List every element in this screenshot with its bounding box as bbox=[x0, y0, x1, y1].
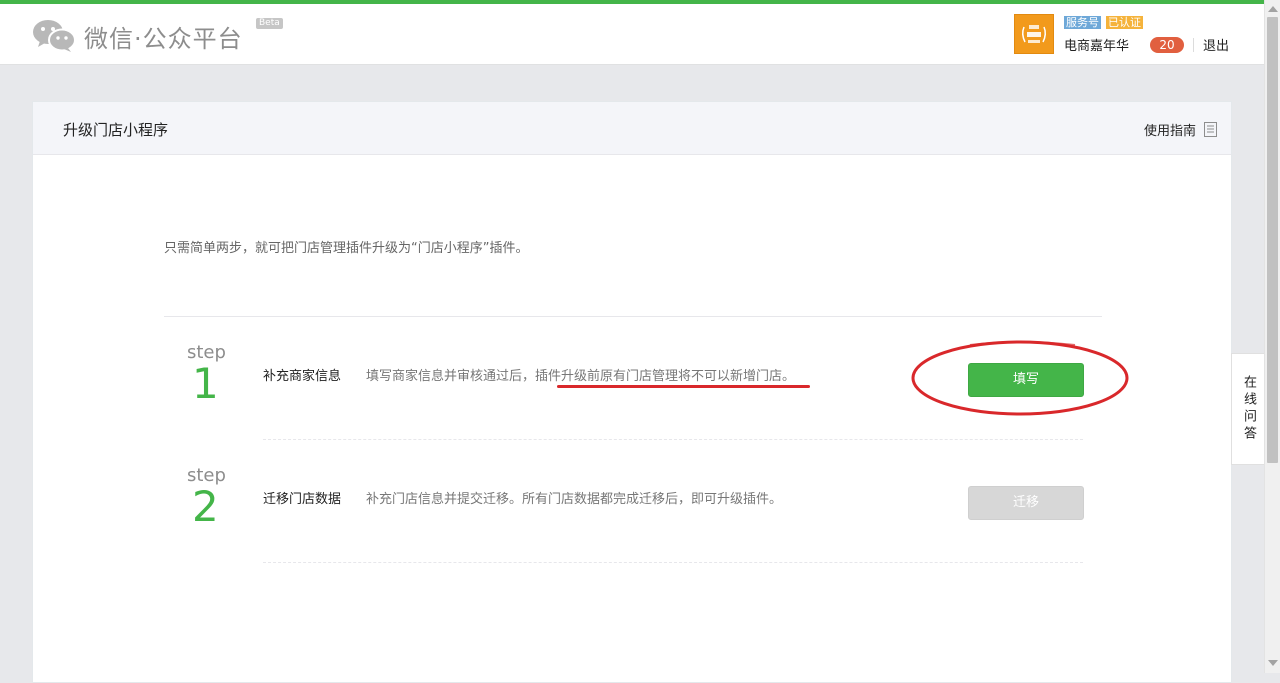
beta-badge: Beta bbox=[256, 18, 283, 29]
step-1-description: 填写商家信息并审核通过后，插件升级前原有门店管理将不可以新增门店。 bbox=[366, 369, 796, 384]
document-icon bbox=[1204, 122, 1217, 137]
verified-tag: 已认证 bbox=[1106, 16, 1143, 29]
annotation-ellipse bbox=[911, 340, 1129, 416]
brand-logo[interactable]: 微信·公众平台 bbox=[32, 18, 243, 54]
step-1-number: 1 bbox=[192, 359, 219, 408]
step-2-divider bbox=[263, 562, 1083, 563]
service-account-tag: 服务号 bbox=[1064, 16, 1101, 29]
account-avatar-image bbox=[1021, 25, 1047, 43]
step-2-description: 补充门店信息并提交迁移。所有门店数据都完成迁移后，即可升级插件。 bbox=[366, 492, 783, 507]
page-title: 升级门店小程序 bbox=[63, 121, 169, 139]
brand-title: 微信·公众平台 bbox=[84, 24, 243, 53]
section-divider bbox=[164, 316, 1102, 317]
guide-label: 使用指南 bbox=[1143, 124, 1196, 139]
header-divider bbox=[1193, 38, 1194, 52]
header: 微信·公众平台 Beta 服务号 已认证 电商嘉年华 20 退出 bbox=[0, 4, 1264, 65]
step-2: step 2 迁移门店数据 补充门店信息并提交迁移。所有门店数据都完成迁移后，即… bbox=[164, 455, 1102, 575]
intro-text: 只需简单两步，就可把门店管理插件升级为“门店小程序”插件。 bbox=[164, 241, 529, 256]
step-2-name: 迁移门店数据 bbox=[263, 492, 342, 507]
wechat-logo-icon bbox=[33, 20, 76, 52]
avatar[interactable] bbox=[1014, 14, 1054, 54]
online-qa-tab[interactable]: 在线问答 bbox=[1231, 353, 1264, 465]
scroll-down-icon[interactable] bbox=[1268, 660, 1278, 666]
scroll-up-icon[interactable] bbox=[1268, 6, 1278, 12]
step-1-divider bbox=[263, 439, 1083, 440]
scrollbar[interactable] bbox=[1264, 0, 1280, 673]
step-2-number: 2 bbox=[192, 482, 219, 531]
online-qa-label: 在线问答 bbox=[1241, 375, 1256, 443]
panel-header: 升级门店小程序 使用指南 bbox=[33, 102, 1231, 155]
annotation-underline bbox=[557, 385, 810, 388]
logout-link[interactable]: 退出 bbox=[1203, 35, 1229, 54]
guide-link[interactable]: 使用指南 bbox=[1144, 120, 1217, 139]
step-1-name: 补充商家信息 bbox=[263, 369, 342, 384]
message-count-badge[interactable]: 20 bbox=[1150, 37, 1184, 53]
scroll-thumb[interactable] bbox=[1267, 17, 1278, 463]
migrate-button: 迁移 bbox=[968, 486, 1084, 520]
account-name[interactable]: 电商嘉年华 bbox=[1064, 35, 1129, 54]
